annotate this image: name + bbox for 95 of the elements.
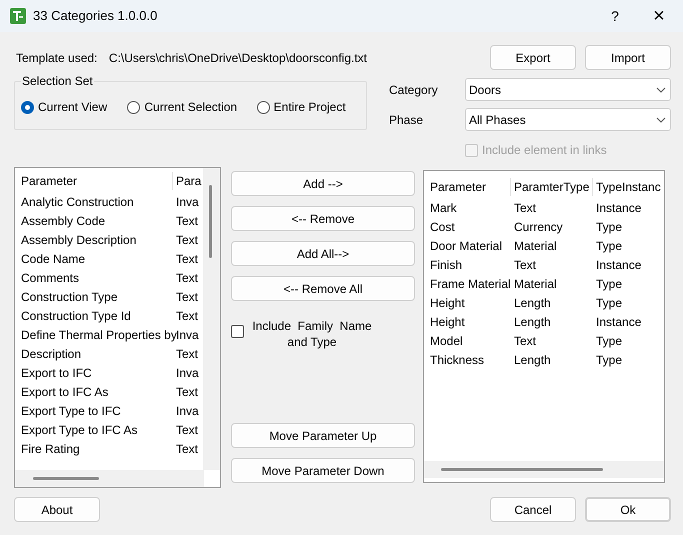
table-cell-text: Type bbox=[595, 276, 622, 292]
window-title: 33 Categories 1.0.0.0 bbox=[33, 7, 158, 26]
table-cell-text: Cost bbox=[429, 218, 456, 236]
table-cell-text: Inva bbox=[175, 364, 199, 382]
table-cell-text: Text bbox=[175, 346, 198, 362]
table-cell-text: Length bbox=[513, 352, 552, 368]
table-cell-text: Export to IFC As bbox=[20, 384, 110, 400]
checkbox-label: Include element in links bbox=[482, 142, 607, 159]
table-cell-text: Construction Type Id bbox=[20, 308, 132, 324]
radio-button[interactable] bbox=[21, 100, 34, 114]
transfer-button[interactable]: Add All--> bbox=[231, 241, 415, 266]
table-cell-text: Export Type to IFC As bbox=[20, 422, 138, 438]
table-cell-text: Type bbox=[595, 352, 622, 368]
column-header[interactable]: Para bbox=[173, 172, 202, 190]
order-button[interactable]: Move Parameter Down bbox=[231, 458, 415, 483]
column-header[interactable]: ParamterType bbox=[511, 178, 593, 196]
radio-button[interactable] bbox=[127, 100, 140, 114]
table-cell-text: Analytic Construction bbox=[20, 194, 135, 210]
table-cell-text: Text bbox=[175, 288, 198, 306]
table-cell-text: Material bbox=[513, 238, 558, 254]
table-cell-text: Export Type to IFC bbox=[20, 402, 122, 420]
table-cell-text: Text bbox=[175, 384, 198, 400]
dialog-button[interactable]: Ok bbox=[585, 497, 671, 522]
table-cell-text: Height bbox=[429, 314, 466, 330]
column-header[interactable]: Parameter bbox=[424, 178, 511, 196]
table-cell-text: Finish bbox=[429, 256, 464, 274]
transfer-button[interactable]: Add --> bbox=[231, 171, 415, 196]
table-cell-text: Text bbox=[175, 250, 198, 268]
dialog-button[interactable]: Cancel bbox=[490, 497, 576, 522]
table-cell-text: Code Name bbox=[20, 250, 86, 268]
category-dropdown[interactable]: Doors bbox=[465, 78, 671, 101]
table-cell-text: Text bbox=[513, 200, 538, 216]
toolbar-button[interactable]: Import bbox=[585, 45, 671, 70]
table-cell-text: Construction Type bbox=[20, 288, 118, 306]
table-cell-text: Mark bbox=[429, 200, 458, 216]
table-cell-text: Text bbox=[175, 270, 198, 286]
table-cell-text: Type bbox=[595, 294, 622, 312]
toolbar-button[interactable]: Export bbox=[490, 45, 576, 70]
table-cell-text: Inva bbox=[175, 402, 199, 420]
template-path: C:\Users\chris\OneDrive\Desktop\doorsconfig.txt bbox=[108, 50, 367, 66]
table-cell-text: Instance bbox=[595, 200, 642, 216]
vertical-scrollbar[interactable] bbox=[203, 168, 220, 470]
table-cell-text: Instance bbox=[595, 256, 642, 274]
table-cell-text: Type bbox=[595, 238, 622, 254]
table-cell-text: Text bbox=[513, 332, 538, 350]
table-cell-text: Text bbox=[175, 308, 198, 324]
table-cell-text: Text bbox=[513, 256, 538, 274]
table-cell-text: Assembly Code bbox=[20, 212, 106, 230]
table-cell-text: Text bbox=[175, 422, 198, 438]
transfer-button[interactable]: <-- Remove bbox=[231, 206, 415, 231]
checkbox[interactable] bbox=[231, 325, 244, 338]
table-cell-text: Type bbox=[595, 218, 622, 236]
order-button[interactable]: Move Parameter Up bbox=[231, 423, 415, 448]
chevron-down-icon bbox=[656, 86, 666, 92]
horizontal-scrollbar[interactable] bbox=[424, 461, 664, 478]
phase-dropdown[interactable]: All Phases bbox=[465, 108, 671, 131]
table-cell-text: Height bbox=[429, 294, 466, 312]
column-header[interactable]: Parameter bbox=[15, 172, 173, 190]
checkbox-label: Include Family Name and Type bbox=[251, 318, 373, 350]
table-cell-text: Length bbox=[513, 314, 552, 330]
transfer-button[interactable]: <-- Remove All bbox=[231, 276, 415, 301]
table-cell-text: Text bbox=[175, 212, 198, 230]
table-cell-text: Model bbox=[429, 332, 464, 350]
table-cell-text: Fire Rating bbox=[20, 440, 81, 458]
table-cell-text: Text bbox=[175, 232, 198, 248]
table-cell-text: Currency bbox=[513, 218, 564, 236]
table-cell-text: Thickness bbox=[429, 352, 486, 368]
radio-button[interactable] bbox=[256, 100, 270, 114]
table-cell-text: Inva bbox=[175, 194, 199, 210]
table-cell-text: Material bbox=[513, 276, 558, 292]
radio-label: Current Selection bbox=[144, 99, 238, 116]
table-cell-text: Length bbox=[513, 294, 552, 312]
chevron-down-icon bbox=[656, 116, 666, 122]
radio-label: Entire Project bbox=[274, 99, 346, 116]
table-cell-text: Assembly Description bbox=[20, 232, 138, 248]
table-cell-text: Frame Material bbox=[429, 276, 511, 292]
table-cell-text: Text bbox=[175, 440, 198, 458]
help-button[interactable]: ? bbox=[603, 4, 627, 28]
field-label: Category bbox=[389, 82, 439, 98]
about-button[interactable]: About bbox=[14, 497, 100, 522]
field-label: Phase bbox=[389, 112, 424, 128]
table-cell-text: Description bbox=[20, 346, 82, 362]
column-header[interactable]: TypeInstanc bbox=[593, 178, 661, 196]
app-logo-icon bbox=[10, 8, 26, 24]
table-cell-text: Type bbox=[595, 332, 622, 350]
dropdown-value: All Phases bbox=[469, 112, 527, 128]
radio-label: Current View bbox=[38, 99, 108, 116]
table-cell-text: Export to IFC bbox=[20, 364, 93, 382]
close-button[interactable]: × bbox=[647, 4, 671, 28]
table-cell-text: Door Material bbox=[429, 238, 504, 254]
table-cell-text: Comments bbox=[20, 270, 80, 286]
template-label: Template used: bbox=[16, 50, 98, 66]
table-cell-text: Instance bbox=[595, 314, 642, 330]
dropdown-value: Doors bbox=[469, 82, 502, 98]
horizontal-scrollbar[interactable] bbox=[15, 470, 204, 487]
